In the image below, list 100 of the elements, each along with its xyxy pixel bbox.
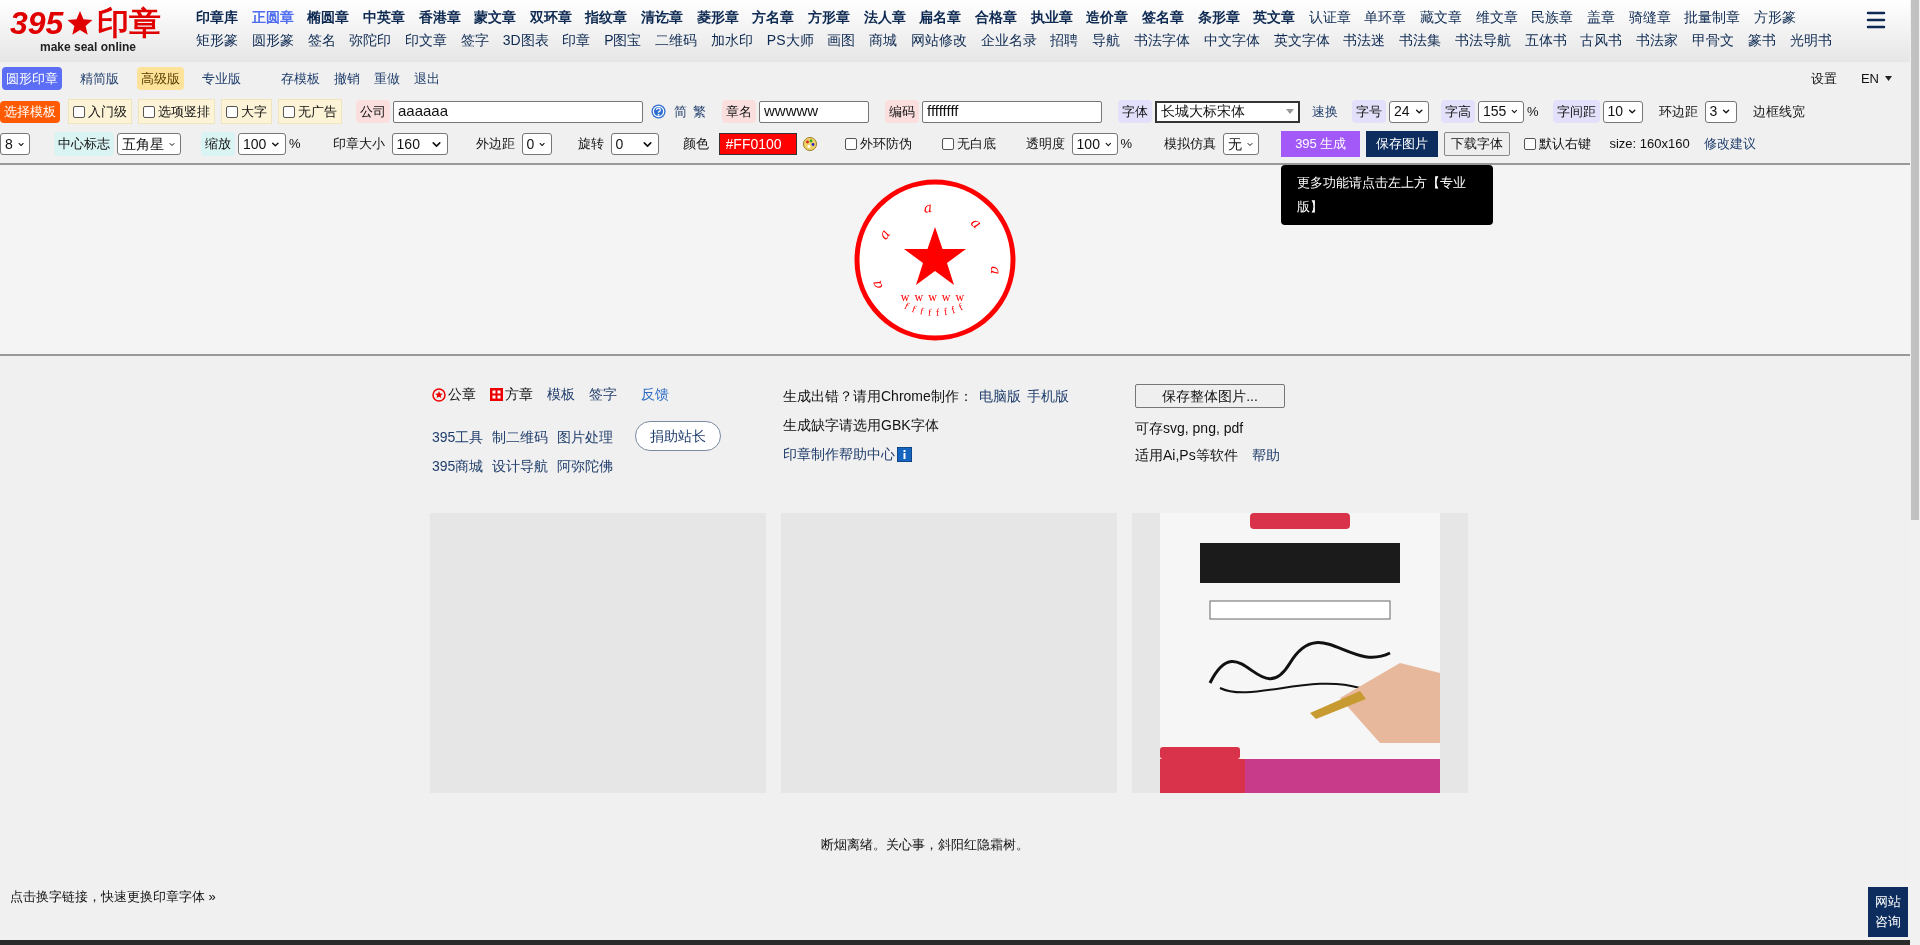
checkbox-option[interactable]: 选项竖排	[138, 98, 215, 125]
nav-link[interactable]: 民族章	[1531, 7, 1574, 28]
quick-swap-link[interactable]: 速换	[1312, 101, 1338, 122]
nav-link[interactable]: 古风书	[1580, 30, 1623, 51]
nav-link[interactable]: 印文章	[405, 30, 448, 51]
nav-link[interactable]: 英文章	[1253, 7, 1296, 28]
consult-button[interactable]: 网站咨询	[1868, 887, 1908, 937]
stamp-type-link[interactable]: 公章	[432, 384, 476, 405]
nav-link[interactable]: 批量制章	[1684, 7, 1741, 28]
color-field[interactable]: #FF0100	[718, 133, 797, 155]
nav-link[interactable]: 扁名章	[919, 7, 962, 28]
nav-link[interactable]: 法人章	[863, 7, 906, 28]
font-swap-link[interactable]: 点击换字链接，快速更换印章字体 »	[10, 888, 216, 904]
nav-link[interactable]: 书法字体	[1134, 30, 1190, 51]
nav-link[interactable]: 弥陀印	[349, 30, 392, 51]
dropdown[interactable]: 160	[391, 133, 448, 155]
version-link[interactable]: 手机版	[1026, 386, 1069, 407]
nav-link[interactable]: 印章	[562, 30, 591, 51]
nav-link[interactable]: 维文章	[1475, 7, 1518, 28]
checkbox[interactable]	[1524, 138, 1537, 150]
nav-link[interactable]: 签名	[307, 30, 336, 51]
tool-link[interactable]: 395工具	[432, 427, 484, 448]
nav-link[interactable]: P图宝	[604, 30, 642, 51]
dropdown[interactable]: 155	[1478, 100, 1524, 123]
nav-link[interactable]: 合格章	[974, 7, 1017, 28]
dropdown[interactable]: 100	[1071, 133, 1118, 155]
nav-link[interactable]: 签名章	[1141, 7, 1184, 28]
nav-link[interactable]: 方名章	[752, 7, 795, 28]
action-link[interactable]: 存模板	[281, 68, 320, 89]
mode-label[interactable]: 圆形印章	[2, 66, 62, 91]
nav-link[interactable]: 蒙文章	[474, 7, 517, 28]
checkbox[interactable]	[226, 105, 238, 118]
checkbox-option[interactable]: 外环防伪	[840, 132, 916, 156]
nav-link[interactable]: 篆书	[1747, 30, 1776, 51]
action-link[interactable]: 重做	[374, 68, 400, 89]
checkbox[interactable]	[941, 138, 954, 150]
dropdown[interactable]: 3	[1704, 100, 1737, 123]
nav-link[interactable]: 方形篆	[1753, 7, 1796, 28]
script-link[interactable]: 简	[674, 101, 687, 122]
nav-link[interactable]: 香港章	[418, 7, 461, 28]
dropdown[interactable]: 五角星	[117, 133, 181, 155]
nav-link[interactable]: 指纹章	[585, 7, 628, 28]
download-font-button[interactable]: 下载字体	[1444, 132, 1511, 156]
tool-link[interactable]: 阿弥陀佛	[557, 456, 614, 477]
dropdown[interactable]: 无	[1223, 133, 1260, 155]
nav-link[interactable]: 圆形篆	[251, 30, 294, 51]
site-logo[interactable]: 395 印章 make seal online	[0, 0, 196, 54]
checkbox[interactable]	[73, 105, 85, 118]
dropdown[interactable]: 10	[1602, 100, 1643, 123]
nav-link[interactable]: 盖章	[1587, 7, 1615, 28]
nav-link[interactable]: 企业名录	[980, 30, 1037, 51]
version-tab[interactable]: 高级版	[137, 66, 184, 91]
nav-link[interactable]: 3D图表	[502, 30, 549, 51]
checkbox-option[interactable]: 无白底	[937, 132, 1000, 156]
stamp-type-link[interactable]: 模板	[547, 384, 575, 405]
nav-link[interactable]: 招聘	[1050, 30, 1079, 51]
font-dropdown[interactable]: 长城大标宋体	[1155, 100, 1300, 123]
nav-link[interactable]: 清讫章	[641, 7, 684, 28]
tool-link[interactable]: 制二维码	[492, 427, 549, 448]
nav-link[interactable]: 方形章	[808, 7, 851, 28]
action-link[interactable]: 退出	[414, 68, 440, 89]
nav-link[interactable]: 书法导航	[1454, 30, 1511, 51]
text-field[interactable]: aaaaaa	[393, 100, 643, 123]
version-tab[interactable]: 专业版	[198, 66, 245, 91]
action-link[interactable]: 撤销	[334, 68, 360, 89]
nav-link[interactable]: 印章库	[196, 7, 238, 28]
nav-link[interactable]: 书法迷	[1343, 30, 1386, 51]
checkbox-option[interactable]: 入门级	[68, 98, 132, 125]
nav-link[interactable]: 加水印	[711, 30, 754, 51]
tool-link[interactable]: 图片处理	[557, 427, 614, 448]
nav-link[interactable]: PS大师	[766, 30, 814, 51]
dropdown[interactable]: 24	[1389, 100, 1429, 123]
version-tab[interactable]: 精简版	[76, 66, 123, 91]
stamp-type-link[interactable]: 方章	[490, 384, 533, 405]
help-link[interactable]: 帮助	[1251, 445, 1280, 466]
nav-link[interactable]: 中文字体	[1203, 30, 1260, 51]
dropdown[interactable]: 0	[610, 133, 659, 155]
checkbox-option[interactable]: 无广告	[278, 98, 342, 125]
checkbox[interactable]	[143, 105, 155, 118]
nav-link[interactable]: 菱形章	[696, 7, 739, 28]
settings-link[interactable]: 设置	[1810, 68, 1837, 89]
version-link[interactable]: 电脑版	[978, 386, 1021, 407]
help-icon[interactable]	[651, 104, 666, 119]
text-field[interactable]: wwwww	[759, 100, 869, 123]
nav-link[interactable]: 签字	[460, 30, 489, 51]
text-field[interactable]: ffffffff	[922, 100, 1102, 123]
nav-link[interactable]: 中英章	[362, 7, 405, 28]
nav-link[interactable]: 导航	[1092, 30, 1121, 51]
nav-link[interactable]: 二维码	[655, 30, 698, 51]
palette-icon[interactable]	[802, 137, 817, 151]
feedback-link[interactable]: 反馈	[641, 384, 669, 405]
nav-link[interactable]: 英文字体	[1273, 30, 1330, 51]
help-center-link[interactable]: 印章制作帮助中心	[783, 444, 895, 465]
feedback-link[interactable]: 修改建议	[1703, 134, 1756, 154]
checkbox[interactable]	[283, 105, 295, 118]
save-image-button[interactable]: 保存图片	[1366, 131, 1439, 157]
nav-link[interactable]: 书法集	[1399, 30, 1442, 51]
nav-link[interactable]: 单环章	[1364, 7, 1407, 28]
save-all-button[interactable]: 保存整体图片...	[1135, 384, 1285, 408]
dropdown[interactable]: 8	[0, 133, 30, 155]
